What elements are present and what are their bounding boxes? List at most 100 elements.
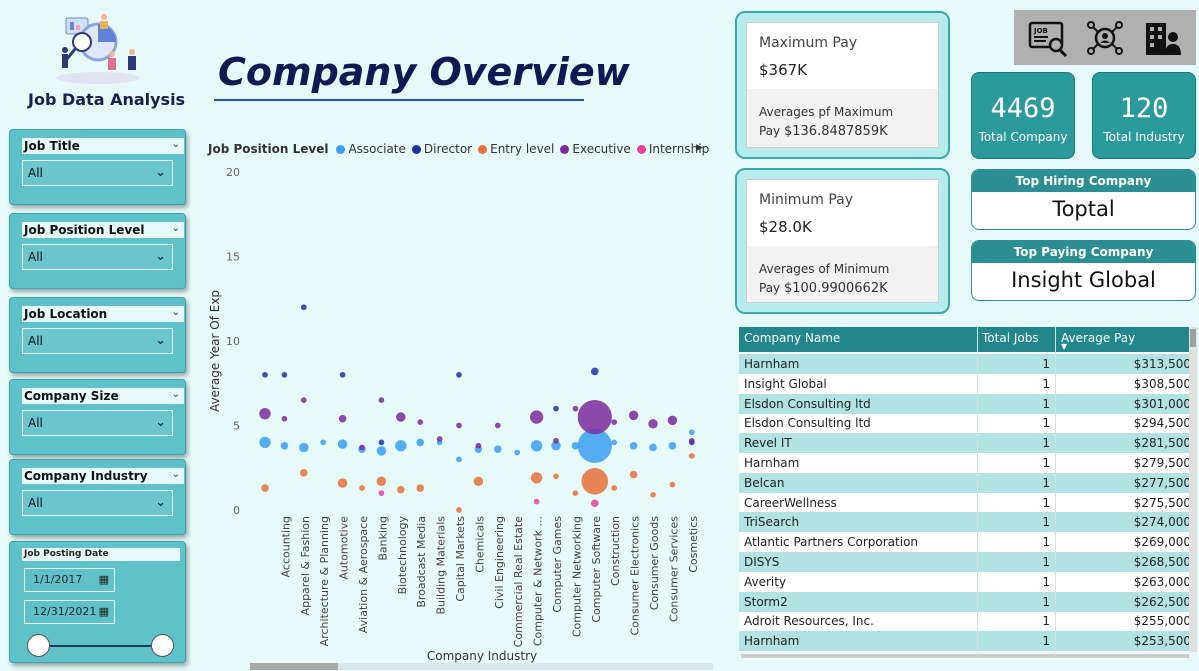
total-company-label: Total Company [978, 130, 1068, 144]
table-row[interactable]: Harnham 1 $313,500 [739, 354, 1195, 374]
table-vertical-scrollbar[interactable] [1189, 327, 1197, 652]
data-point [649, 443, 657, 452]
y-tick-label: 5 [233, 420, 240, 433]
cell-total-jobs: 1 [1042, 515, 1050, 530]
slicer-label: Company Size ⌄ [22, 388, 184, 404]
column-header-average-pay[interactable]: Average Pay [1061, 331, 1135, 345]
cell-company-name: Elsdon Consulting ltd [744, 416, 871, 431]
scrollbar-thumb[interactable] [1190, 329, 1196, 347]
company-size-slicer[interactable]: Company Size ⌄ All ⌄ [9, 379, 186, 455]
legend-item[interactable]: Executive [572, 142, 630, 156]
data-point [320, 439, 327, 446]
cell-total-jobs: 1 [1042, 456, 1050, 470]
chevron-down-icon[interactable]: ⌄ [172, 221, 180, 237]
table-row[interactable]: Insight Global 1 $308,500 [739, 374, 1195, 394]
table-row[interactable]: Belcan 1 $277,500 [739, 472, 1195, 493]
data-point [300, 469, 308, 477]
y-tick-label: 10 [226, 335, 240, 348]
table-row[interactable]: Harnham 1 $253,500 [739, 631, 1195, 652]
table-row[interactable]: Harnham 1 $279,500 [739, 453, 1195, 473]
range-start-handle[interactable] [27, 634, 50, 657]
company-building-icon[interactable] [1140, 17, 1184, 59]
y-tick-label: 0 [233, 504, 240, 517]
data-point [553, 473, 559, 480]
svg-text:JOB: JOB [1033, 27, 1048, 35]
data-point [611, 439, 618, 446]
app-title: Job Data Analysis [28, 90, 186, 109]
y-axis-label: Average Year Of Exp [208, 290, 222, 412]
data-point [259, 436, 271, 449]
data-point [648, 419, 658, 429]
x-category-label: Computer Networking [570, 516, 583, 637]
chevron-down-icon[interactable]: ⌄ [172, 387, 180, 403]
cell-total-jobs: 1 [1042, 357, 1050, 371]
table-horizontal-scrollbar[interactable] [741, 654, 1189, 658]
job-title-dropdown[interactable]: All ⌄ [22, 160, 173, 186]
table-row[interactable]: CareerWellness 1 $275,500 [739, 493, 1195, 513]
chevron-down-icon[interactable]: ⌄ [172, 137, 180, 153]
table-row[interactable]: Averity 1 $263,000 [739, 572, 1195, 592]
job-location-dropdown[interactable]: All ⌄ [22, 328, 173, 354]
legend-marker [560, 144, 570, 154]
end-date-input[interactable]: 12/31/2021 ▦ [24, 600, 115, 624]
job-position-level-dropdown[interactable]: All ⌄ [22, 244, 173, 270]
x-category-label: Architecture & Planning [318, 516, 331, 646]
chevron-down-icon[interactable]: ⌄ [172, 467, 180, 483]
total-company-value: 4469 [990, 93, 1056, 124]
x-category-label: Chemicals [473, 516, 486, 573]
maximum-pay-card: Maximum Pay $367K Averages pf Maximum Pa… [735, 11, 950, 159]
cell-company-name: CareerWellness [744, 495, 837, 510]
job-location-slicer[interactable]: Job Location ⌄ All ⌄ [9, 297, 186, 373]
legend-item[interactable]: Director [424, 142, 472, 156]
company-industry-slicer[interactable]: Company Industry ⌄ All ⌄ [9, 459, 186, 535]
data-point [436, 436, 443, 442]
settings-network-icon[interactable] [1083, 17, 1127, 59]
x-category-label: Biotechnology [396, 516, 409, 595]
scrollbar-thumb[interactable] [250, 663, 338, 670]
cell-total-jobs: 1 [1042, 416, 1050, 431]
x-category-label: Building Materials [435, 516, 448, 615]
data-point [473, 476, 484, 487]
job-posting-date-slicer[interactable]: Job Posting Date 1/1/2017 ▦ 12/31/2021 ▦ [9, 541, 186, 663]
cell-average-pay: $301,000 [1133, 396, 1191, 411]
cell-company-name: Harnham [744, 357, 800, 371]
maximum-pay-label: Maximum Pay [759, 35, 858, 51]
data-point [456, 507, 462, 513]
company-pay-table: Company Name Total Jobs Average Pay ▼ Ha… [739, 327, 1195, 652]
data-point [572, 405, 579, 412]
data-point [378, 439, 385, 446]
company-industry-dropdown[interactable]: All ⌄ [22, 490, 173, 516]
job-title-slicer[interactable]: Job Title ⌄ All ⌄ [9, 129, 186, 205]
data-point [629, 470, 638, 479]
x-category-label: Civil Engineering [493, 516, 506, 609]
column-header-company-name[interactable]: Company Name [744, 331, 840, 345]
company-size-dropdown[interactable]: All ⌄ [22, 410, 173, 436]
job-search-icon[interactable]: JOB [1026, 17, 1070, 59]
column-divider [1055, 327, 1056, 652]
table-row[interactable]: DISYS 1 $268,500 [739, 552, 1195, 572]
data-point [456, 456, 462, 463]
table-row[interactable]: Atlantic Partners Corporation 1 $269,000 [739, 532, 1195, 552]
table-row[interactable]: Elsdon Consulting ltd 1 $301,000 [739, 393, 1195, 414]
legend-item[interactable]: Associate [348, 142, 405, 156]
data-point [514, 449, 521, 456]
data-point [571, 441, 580, 450]
chevron-down-icon: ⌄ [155, 415, 166, 430]
cell-company-name: TriSearch [744, 515, 800, 530]
table-row[interactable]: Storm2 1 $262,500 [739, 591, 1195, 612]
legend-item[interactable]: Entry level [490, 142, 554, 156]
chevron-down-icon[interactable]: ⌄ [172, 305, 180, 321]
table-row[interactable]: Revel IT 1 $281,500 [739, 433, 1195, 454]
chart-horizontal-scrollbar[interactable] [250, 663, 713, 670]
table-row[interactable]: Adroit Resources, Inc. 1 $255,000 [739, 611, 1195, 631]
legend-next-arrow-icon[interactable]: ▶ [696, 143, 703, 153]
start-date-input[interactable]: 1/1/2017 ▦ [24, 568, 115, 592]
table-row[interactable]: Elsdon Consulting ltd 1 $294,500 [739, 413, 1195, 433]
range-end-handle[interactable] [151, 634, 174, 657]
calendar-icon[interactable]: ▦ [99, 569, 109, 591]
table-row[interactable]: TriSearch 1 $274,000 [739, 512, 1195, 533]
column-header-total-jobs[interactable]: Total Jobs [982, 331, 1039, 345]
cell-average-pay: $262,500 [1133, 594, 1191, 609]
job-position-level-slicer[interactable]: Job Position Level ⌄ All ⌄ [9, 213, 186, 289]
calendar-icon[interactable]: ▦ [99, 601, 109, 623]
